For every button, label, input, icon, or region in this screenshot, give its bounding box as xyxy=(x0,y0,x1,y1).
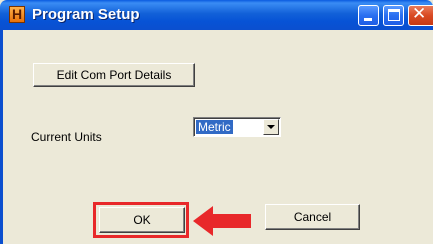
current-units-label: Current Units xyxy=(31,130,102,144)
units-selected-value: Metric xyxy=(196,120,233,134)
ok-button[interactable]: OK xyxy=(99,207,185,233)
units-select[interactable]: Metric xyxy=(193,117,281,137)
close-button[interactable]: ✕ xyxy=(408,4,433,26)
window-title: Program Setup xyxy=(32,6,140,23)
title-bar[interactable]: H Program Setup ✕ xyxy=(0,0,433,30)
close-icon: ✕ xyxy=(412,4,427,24)
program-setup-window: H Program Setup ✕ Edit Com Port Details … xyxy=(0,0,433,244)
chevron-down-icon[interactable] xyxy=(263,119,279,135)
minimize-icon xyxy=(364,18,372,21)
dialog-body: Edit Com Port Details Current Units Metr… xyxy=(0,30,433,244)
minimize-button[interactable] xyxy=(358,5,379,26)
edit-com-port-button[interactable]: Edit Com Port Details xyxy=(33,63,195,87)
maximize-icon xyxy=(388,9,400,21)
app-icon: H xyxy=(9,6,25,23)
red-arrow-icon xyxy=(193,206,251,236)
cancel-button[interactable]: Cancel xyxy=(265,204,360,230)
maximize-button[interactable] xyxy=(383,5,404,26)
